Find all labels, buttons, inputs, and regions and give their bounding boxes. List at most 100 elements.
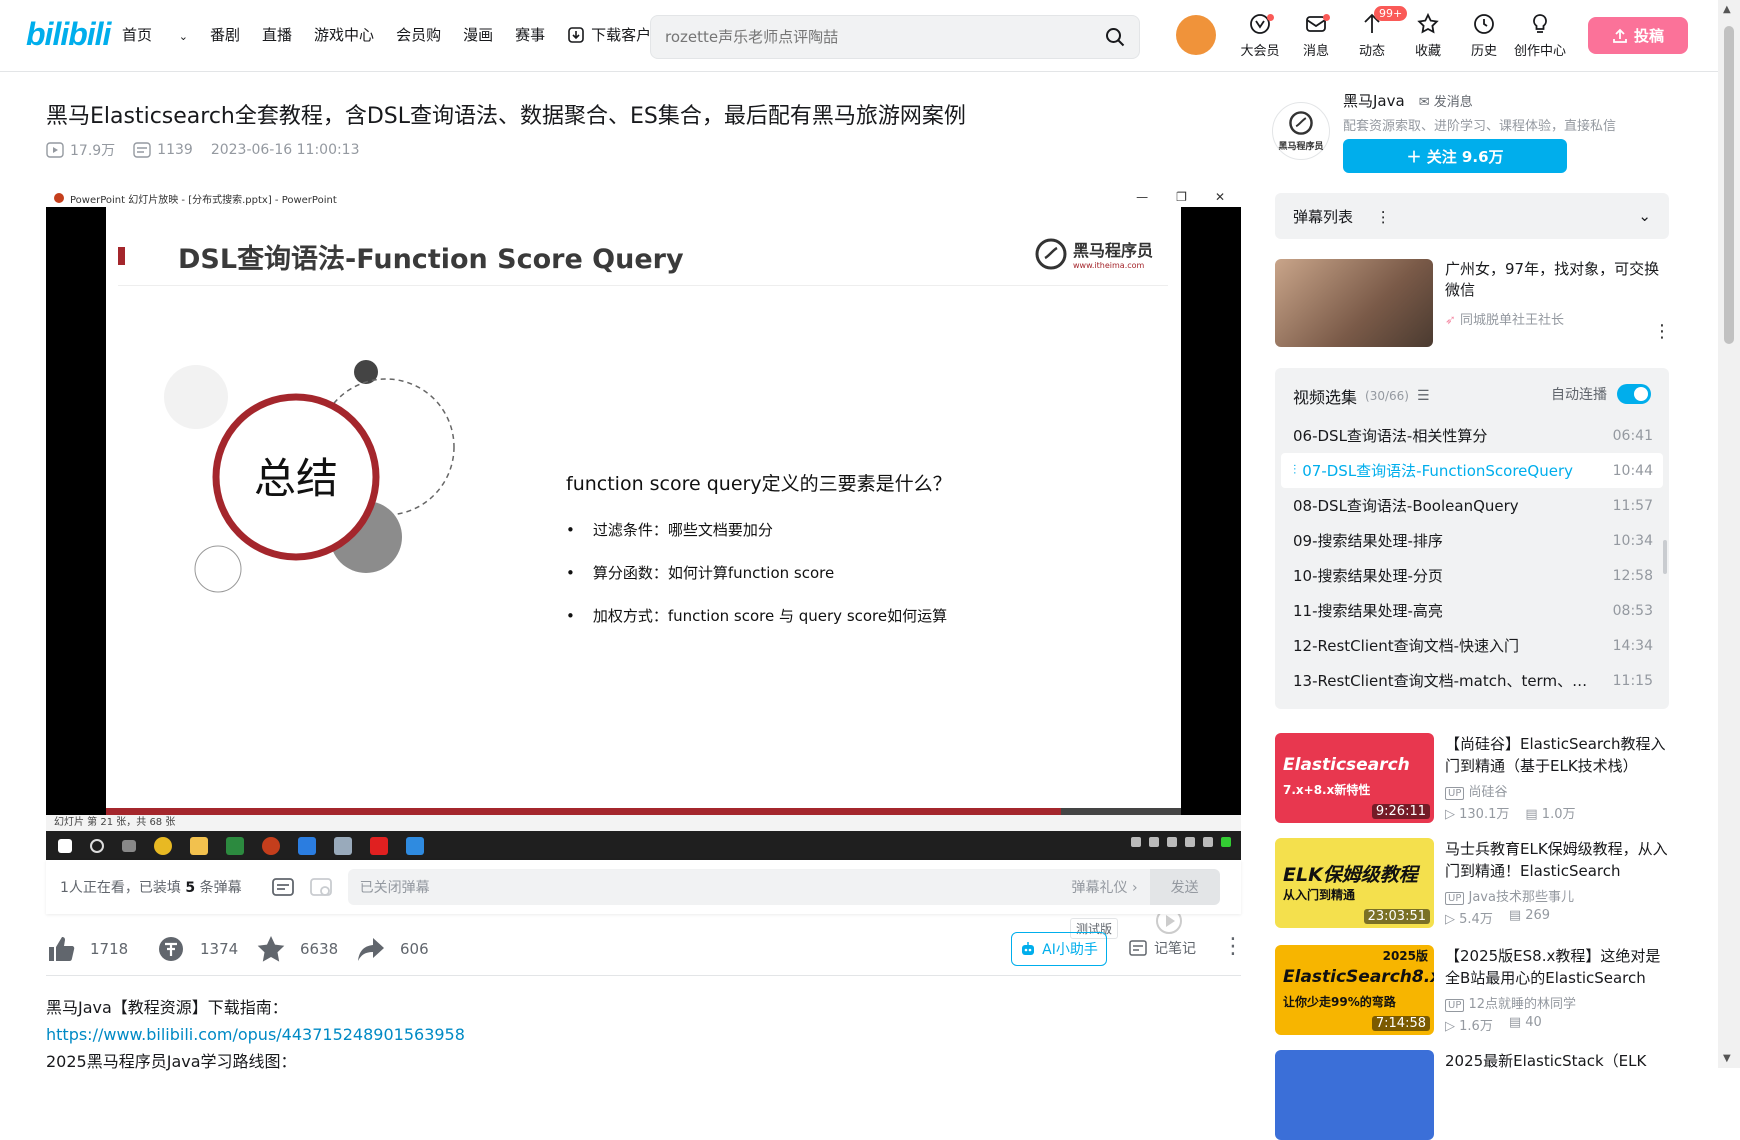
star-icon (1417, 12, 1439, 34)
recommendation-card[interactable]: ELK保姆级教程 从入门到精通 23:03:51 马士兵教育ELK保姆级教程，从入门到… (1275, 838, 1669, 928)
slide-bullet: 加权方式：function score 与 query score如何运算 (566, 605, 947, 626)
danmaku-input[interactable]: 已关闭弹幕 弹幕礼仪 › (347, 869, 1150, 905)
rec-stats: ▷ 130.1万 ▤ 1.0万 (1445, 803, 1575, 822)
play-count-icon: ▷ (1445, 912, 1455, 927)
notify-dot (1267, 14, 1274, 21)
thumbs-up-icon (49, 937, 75, 961)
rec-cover[interactable] (1275, 1050, 1434, 1140)
header-message[interactable]: 消息 (1288, 12, 1344, 59)
header-history[interactable]: 历史 (1456, 12, 1512, 59)
ad-thumbnail[interactable] (1275, 259, 1433, 347)
nav-anime[interactable]: 番剧 (210, 24, 240, 45)
rec-title[interactable]: 2025最新ElasticStack（ELK (1445, 1050, 1669, 1072)
favorite-button[interactable]: 6638 (256, 934, 338, 964)
description-link[interactable]: https://www.bilibili.com/opus/4437152489… (46, 1021, 465, 1048)
history-icon (1474, 14, 1494, 34)
episode-item[interactable]: 08-DSL查询语法-BooleanQuery 11:57 (1281, 488, 1663, 523)
episode-item[interactable]: 12-RestClient查询文档-快速入门 14:34 (1281, 628, 1663, 663)
scroll-down-icon[interactable]: ▼ (1723, 1053, 1731, 1064)
bilibili-logo[interactable]: bilibili (26, 16, 111, 53)
up-description: 配套资源索取、进阶学习、课程体验，直接私信 (1343, 119, 1617, 134)
rec-title[interactable]: 【尚硅谷】ElasticSearch教程入门到精通（基于ELK技术栈） (1445, 733, 1669, 777)
episode-item[interactable]: 13-RestClient查询文档-match、term、range 11:15 (1281, 663, 1663, 698)
rec-cover[interactable]: ELK保姆级教程 从入门到精通 23:03:51 (1275, 838, 1434, 928)
series-scrollbar[interactable] (1663, 540, 1667, 574)
nav-live[interactable]: 直播 (262, 24, 292, 45)
danmaku-toggle-icon[interactable] (270, 874, 296, 900)
danmaku-list-panel[interactable]: 弹幕列表 ⋮ ⌄ (1275, 193, 1669, 239)
onenote-icon (226, 836, 244, 855)
chevron-down-icon[interactable]: ⌄ (1638, 207, 1651, 225)
autoplay-toggle[interactable] (1617, 384, 1651, 404)
nav-game-center[interactable]: 游戏中心 (314, 24, 374, 45)
send-message-link[interactable]: ✉ 发消息 (1419, 91, 1473, 110)
rec-up[interactable]: UP 12点就睡的林同学 (1445, 993, 1576, 1012)
up-name[interactable]: 黑马Java (1343, 90, 1405, 111)
view-count: 17.9万 (46, 140, 115, 160)
rec-title[interactable]: 马士兵教育ELK保姆级教程，从入门到精通！ElasticSearch (1445, 838, 1669, 882)
recommendation-card[interactable]: 2025最新ElasticStack（ELK (1275, 1050, 1669, 1140)
up-avatar[interactable]: 黑马程序员 (1272, 102, 1330, 160)
episode-item[interactable]: 06-DSL查询语法-相关性算分 06:41 (1281, 418, 1663, 453)
episode-name: 07-DSL查询语法-FunctionScoreQuery (1302, 462, 1573, 480)
recommendation-card[interactable]: 2025版 ElasticSearch8.x 让你少走99%的弯路 7:14:58 【2… (1275, 945, 1669, 1035)
header-favorites[interactable]: 收藏 (1400, 12, 1456, 59)
more-options-icon[interactable]: ⋮ (1376, 208, 1391, 226)
danmaku-send-button[interactable]: 发送 (1149, 869, 1220, 905)
rec-title[interactable]: 【2025版ES8.x教程】这绝对是全B站最用心的ElasticSearch (1445, 945, 1669, 989)
list-view-icon[interactable]: ☰ (1417, 388, 1430, 404)
rec-cover[interactable]: Elasticsearch 7.x+8.x新特性 9:26:11 (1275, 733, 1434, 823)
take-note-button[interactable]: 记笔记 (1128, 938, 1196, 958)
rec-up[interactable]: UP Java技术那些事儿 (1445, 886, 1574, 905)
folder-icon (190, 836, 208, 855)
rec-cover-title: ElasticSearch8.x (1283, 967, 1434, 987)
nav-mall[interactable]: 会员购 (396, 24, 441, 45)
rec-up[interactable]: UP 尚硅谷 (1445, 781, 1508, 800)
more-options-icon[interactable]: ⋮ (1222, 934, 1244, 959)
share-button[interactable]: 606 (356, 934, 429, 964)
more-options-icon[interactable]: ⋮ (1653, 321, 1671, 342)
header-dynamic[interactable]: 99+ 动态 (1344, 6, 1408, 59)
up-tag-icon: UP (1445, 999, 1465, 1012)
header-creator-center[interactable]: 创作中心 (1512, 12, 1568, 59)
video-player[interactable]: PowerPoint 幻灯片放映 - [分布式搜索.pptx] - PowerP… (46, 189, 1241, 947)
danmaku-settings-icon[interactable] (308, 874, 334, 900)
ad-card[interactable]: 广州女，97年，找对象，可交换微信 ➶ 同城脱单社王社长 ⋮ (1275, 259, 1671, 347)
nav-match[interactable]: 赛事 (515, 24, 545, 45)
danmaku-etiquette-link[interactable]: 弹幕礼仪 › (1072, 877, 1138, 897)
header-vip[interactable]: 大会员 (1232, 12, 1288, 59)
user-avatar[interactable] (1176, 15, 1216, 55)
episode-duration: 11:15 (1612, 672, 1653, 689)
episode-duration: 06:41 (1612, 427, 1653, 444)
episode-item[interactable]: ⫶ 07-DSL查询语法-FunctionScoreQuery 10:44 (1281, 453, 1663, 488)
search-box[interactable] (650, 15, 1140, 59)
scroll-up-icon[interactable]: ▲ (1723, 4, 1731, 15)
rec-duration: 7:14:58 (1371, 1016, 1430, 1031)
coin-button[interactable]: 1374 (156, 934, 238, 964)
ai-assistant-button[interactable]: AI小助手 (1011, 932, 1107, 966)
episode-item[interactable]: 11-搜索结果处理-高亮 08:53 (1281, 593, 1663, 628)
scrollbar-thumb[interactable] (1724, 26, 1734, 344)
slide-title-mark (118, 247, 125, 265)
page-scrollbar[interactable]: ▲ ▼ (1718, 0, 1740, 1068)
like-button[interactable]: 1718 (46, 934, 128, 964)
up-info: 黑马Java ✉ 发消息 (1343, 90, 1473, 111)
episode-item[interactable]: 09-搜索结果处理-排序 10:34 (1281, 523, 1663, 558)
nav-manga[interactable]: 漫画 (463, 24, 493, 45)
follow-button[interactable]: ＋ 关注 9.6万 (1343, 139, 1567, 173)
recommendation-card[interactable]: Elasticsearch 7.x+8.x新特性 9:26:11 【尚硅谷】Elast… (1275, 733, 1669, 823)
vscode-icon (406, 836, 424, 855)
youdao-icon (370, 836, 388, 855)
rec-cover-title: Elasticsearch (1283, 755, 1410, 775)
share-arrow-icon (358, 938, 384, 961)
ad-title[interactable]: 广州女，97年，找对象，可交换微信 (1445, 259, 1669, 301)
episode-duration: 12:58 (1612, 567, 1653, 584)
search-input[interactable] (665, 28, 1105, 46)
search-icon[interactable] (1105, 27, 1125, 47)
itheima-logo-icon (1289, 111, 1313, 135)
episode-item[interactable]: 10-搜索结果处理-分页 12:58 (1281, 558, 1663, 593)
upload-button[interactable]: 投稿 (1588, 17, 1688, 54)
nav-home[interactable]: 首页 ⌄ (122, 24, 188, 45)
ppt-slide: DSL查询语法-Function Score Query 黑马程序员 www.i… (106, 207, 1181, 815)
rec-cover[interactable]: 2025版 ElasticSearch8.x 让你少走99%的弯路 7:14:58 (1275, 945, 1434, 1035)
